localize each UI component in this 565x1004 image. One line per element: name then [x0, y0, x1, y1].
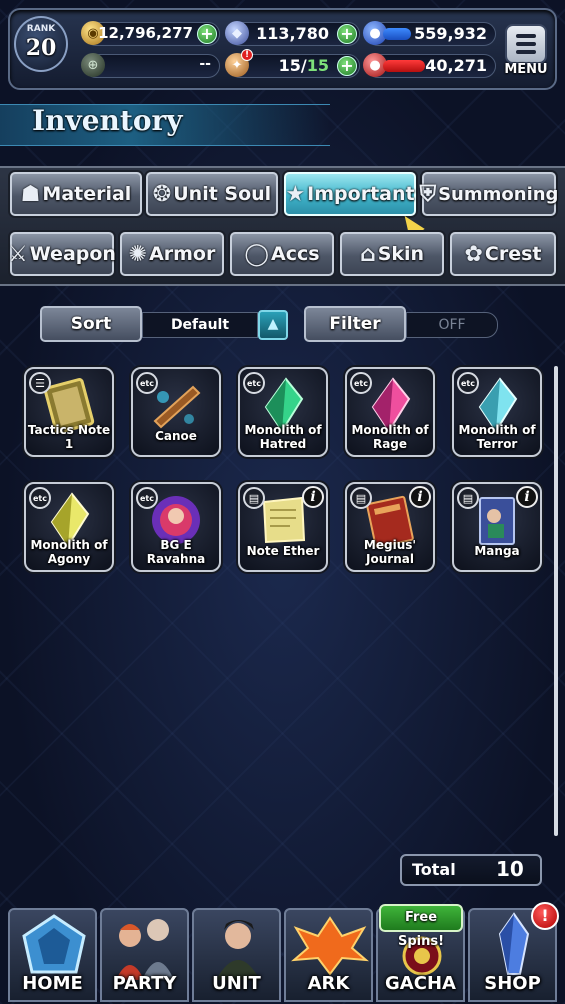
item-name: Monolith of Hatred — [244, 423, 322, 451]
total-label: Total — [412, 860, 456, 879]
ring-icon: ◯ — [244, 241, 270, 267]
tab-summoning[interactable]: ⛨ Summoning — [419, 172, 558, 216]
red-orb-counter: ● 40,271 — [363, 53, 496, 78]
note-tag-icon: ▤ — [457, 487, 479, 509]
stamina-value: 15/15 — [278, 56, 329, 75]
sort-value[interactable]: Default — [142, 312, 258, 338]
hero-character-icon — [194, 910, 279, 980]
tab-armor[interactable]: ✺ Armor — [120, 232, 224, 276]
note-tag-icon: ☰ — [29, 372, 51, 394]
red-orb-value: 40,271 — [425, 56, 487, 75]
star-icon: ★ — [285, 181, 306, 207]
tab-skin[interactable]: ⌂ Skin — [340, 232, 444, 276]
item-name: Monolith of Rage — [351, 423, 429, 451]
nav-ark[interactable]: ARK — [284, 908, 373, 1002]
etc-tag: etc — [350, 372, 372, 394]
info-icon[interactable]: i — [302, 486, 324, 508]
item-tactics-note-1[interactable]: ☰ Tactics Note 1 — [24, 367, 114, 457]
crystal-value: 113,780 — [256, 24, 329, 43]
item-name: Note Ether — [246, 544, 320, 558]
etc-tag: etc — [457, 372, 479, 394]
tab-material[interactable]: ☗ Material — [10, 172, 142, 216]
crystal-counter: ◆ 113,780 + — [225, 21, 360, 46]
stamina-counter: ✦ ! 15/15 + — [225, 49, 360, 78]
add-crystal-button[interactable]: + — [337, 24, 357, 44]
phoenix-icon — [286, 910, 371, 980]
unit-slot-counter: ⊕ -- — [81, 53, 220, 78]
tab-accs[interactable]: ◯ Accs — [230, 232, 334, 276]
sort-order-toggle[interactable]: ▲ — [258, 310, 288, 340]
castle-icon — [10, 910, 95, 980]
shield-icon: ⛨ — [419, 181, 437, 207]
etc-tag: etc — [136, 487, 158, 509]
etc-tag: etc — [29, 487, 51, 509]
note-tag-icon: ▤ — [243, 487, 265, 509]
item-monolith-of-agony[interactable]: etc Monolith of Agony — [24, 482, 114, 572]
armor-icon: ✺ — [128, 241, 148, 267]
tab-weapon[interactable]: ⚔ Weapon — [8, 232, 116, 276]
item-monolith-of-terror[interactable]: etc Monolith of Terror — [452, 367, 542, 457]
shop-alert-badge: ! — [531, 902, 559, 930]
item-megius-journal[interactable]: ▤ i Megius' Journal — [345, 482, 435, 572]
tab-unit-soul[interactable]: ❂ Unit Soul — [146, 172, 278, 216]
menu-icon — [516, 34, 536, 38]
etc-tag: etc — [136, 372, 158, 394]
item-monolith-of-rage[interactable]: etc Monolith of Rage — [345, 367, 435, 457]
slot-value: -- — [199, 56, 211, 72]
blue-orb-counter: ● 559,932 — [363, 21, 496, 46]
item-name: Tactics Note 1 — [27, 423, 111, 451]
filter-value[interactable]: OFF — [406, 312, 498, 338]
crest-icon: ✿ — [464, 241, 483, 267]
item-note-ether[interactable]: ▤ i Note Ether — [238, 482, 328, 572]
item-name: Canoe — [155, 429, 197, 443]
free-spins-badge[interactable]: Free Spins! — [379, 904, 463, 949]
nav-unit[interactable]: UNIT — [192, 908, 281, 1002]
filter-button[interactable]: Filter — [304, 306, 406, 342]
info-icon[interactable]: i — [516, 486, 538, 508]
crystal-icon: ◆ — [225, 21, 249, 45]
etc-tag: etc — [243, 372, 265, 394]
menu-button[interactable] — [505, 24, 547, 64]
item-name: Manga — [474, 544, 520, 558]
gold-value: 12,796,277 — [98, 24, 193, 42]
item-name: Megius' Journal — [363, 538, 417, 566]
item-monolith-of-hatred[interactable]: etc Monolith of Hatred — [238, 367, 328, 457]
add-stamina-button[interactable]: + — [337, 56, 357, 76]
party-characters-icon — [102, 910, 187, 980]
add-gold-button[interactable]: + — [197, 24, 217, 44]
triangle-up-icon: ▲ — [267, 316, 279, 332]
sword-icon: ⚔ — [8, 241, 28, 267]
sack-icon: ☗ — [20, 181, 41, 207]
stamina-alert-icon: ! — [241, 49, 253, 61]
blue-orb-bar — [383, 28, 411, 40]
red-orb-bar — [383, 60, 425, 72]
flame-icon: ❂ — [152, 181, 172, 207]
sword-emblem-icon: ⊕ — [81, 53, 105, 77]
hanger-icon: ⌂ — [359, 241, 376, 267]
page-title: Inventory — [32, 104, 183, 137]
tab-crest[interactable]: ✿ Crest — [450, 232, 556, 276]
item-canoe[interactable]: etc Canoe — [131, 367, 221, 457]
gold-counter: ◉ 12,796,277 + — [81, 21, 220, 46]
nav-party[interactable]: PARTY — [100, 908, 189, 1002]
blue-orb-value: 559,932 — [414, 24, 487, 43]
item-bg-e-ravahna[interactable]: etc BG E Ravahna — [131, 482, 221, 572]
rank-badge[interactable]: RANK 20 — [14, 16, 68, 72]
item-name: Monolith of Agony — [30, 538, 108, 566]
note-tag-icon: ▤ — [350, 487, 372, 509]
menu-label[interactable]: MENU — [500, 62, 552, 77]
item-manga[interactable]: ▤ i Manga — [452, 482, 542, 572]
rank-label: RANK — [26, 24, 56, 34]
scrollbar-thumb[interactable] — [554, 366, 558, 836]
sort-button[interactable]: Sort — [40, 306, 142, 342]
info-icon[interactable]: i — [409, 486, 431, 508]
total-value: 10 — [496, 857, 524, 881]
rank-value: 20 — [25, 35, 57, 61]
tab-important[interactable]: ★ Important — [284, 172, 416, 216]
item-name: BG E Ravahna — [146, 538, 206, 566]
nav-home[interactable]: HOME — [8, 908, 97, 1002]
item-name: Monolith of Terror — [458, 423, 536, 451]
